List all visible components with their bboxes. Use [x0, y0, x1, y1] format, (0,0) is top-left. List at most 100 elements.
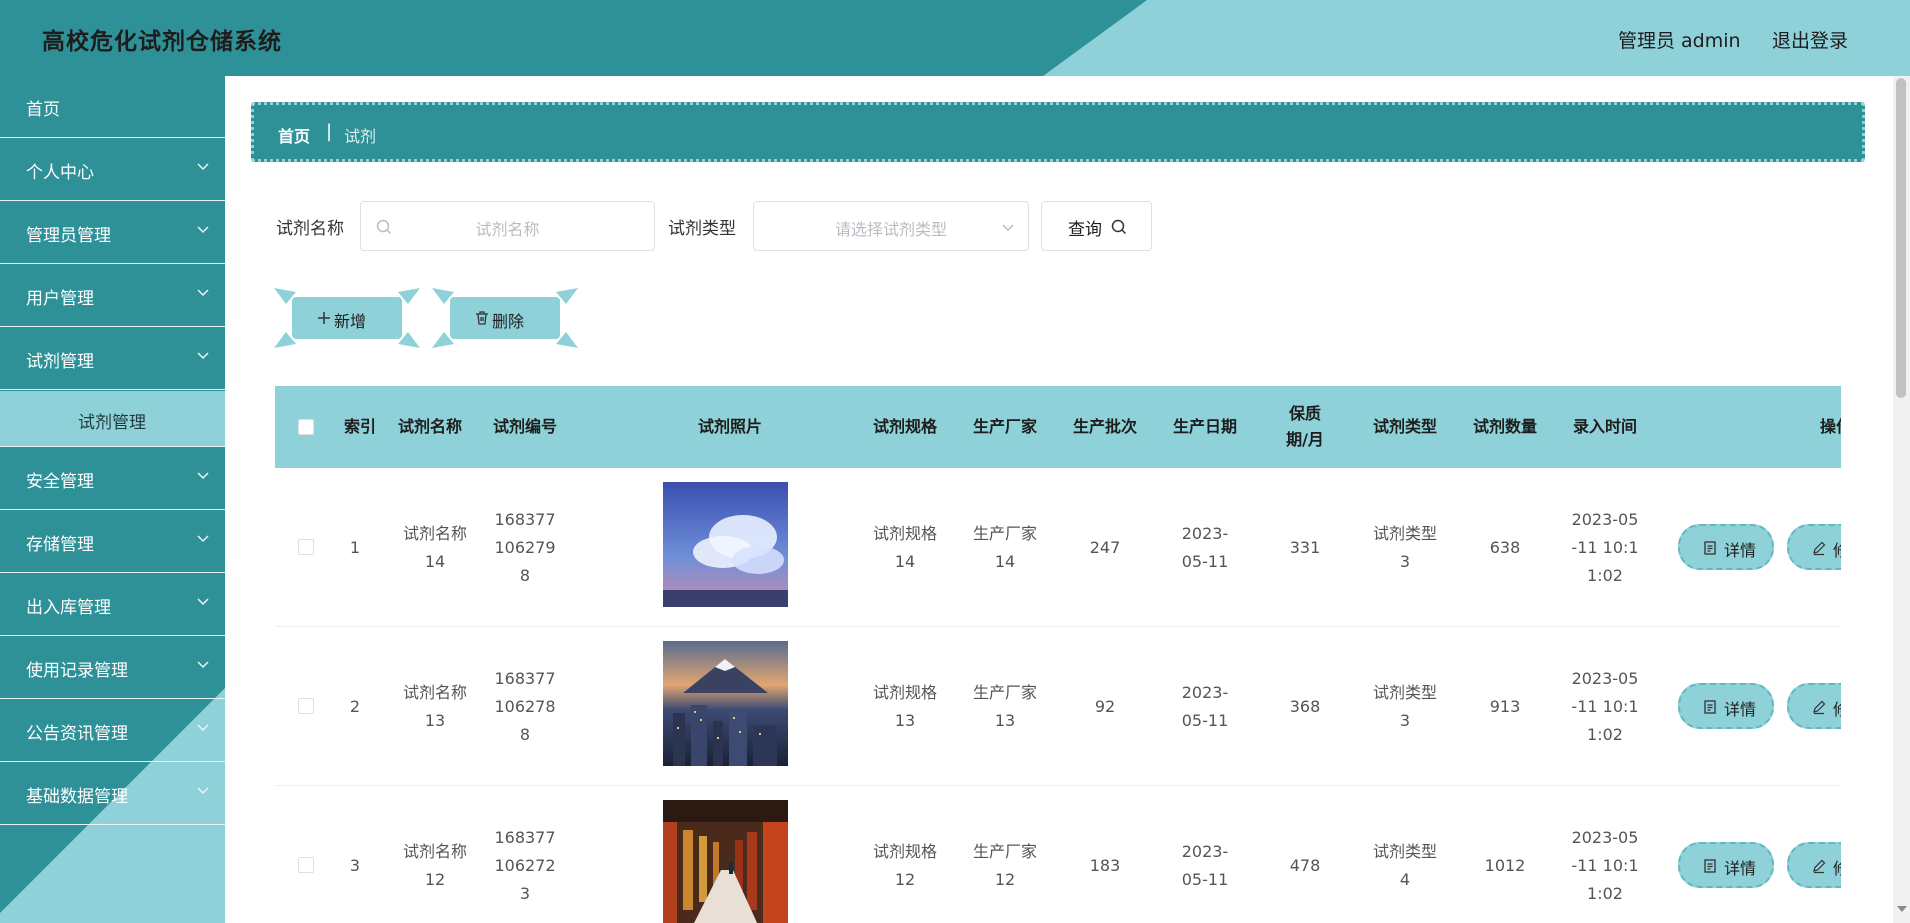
sidebar-item-label: 首页	[26, 100, 60, 120]
reagent-photo	[663, 482, 788, 607]
column-header: 录入时间	[1572, 417, 1637, 436]
chevron-down-icon	[197, 226, 209, 234]
breadcrumb-current: 试剂	[344, 127, 377, 146]
cell-qty: 638	[1489, 537, 1521, 557]
reagent-table: 索引 试剂名称 试剂编号 试剂照片 试剂规格 生产厂家 生产批次 生产日期 保质…	[275, 386, 1841, 923]
delete-button[interactable]: 删除	[432, 286, 578, 350]
detail-button[interactable]: 详情	[1678, 842, 1774, 888]
detail-button-label: 详情	[1724, 700, 1757, 719]
reagent-photo	[663, 641, 788, 766]
column-header: 试剂规格	[872, 417, 937, 436]
sidebar-item-label: 安全管理	[26, 472, 94, 492]
trash-icon	[476, 311, 488, 325]
pencil-icon	[1813, 700, 1826, 715]
edit-button[interactable]: 修	[1787, 524, 1841, 570]
table-row: 1 试剂名称14 1683771062798 试剂规格14 生产厂家14 247…	[275, 468, 1841, 627]
document-icon	[1704, 541, 1716, 555]
cell-maker: 生产厂家14	[972, 523, 1037, 571]
cell-index: 3	[349, 855, 361, 875]
chevron-down-icon	[197, 535, 209, 543]
chevron-down-icon	[197, 352, 209, 360]
sidebar-item-basic-data[interactable]: 基础数据管理	[0, 763, 225, 825]
cell-name: 试剂名称13	[402, 682, 467, 730]
sidebar-item-profile[interactable]: 个人中心	[0, 139, 225, 201]
query-button-label: 查询	[1068, 220, 1102, 240]
reagent-name-label: 试剂名称	[276, 219, 344, 239]
cell-name: 试剂名称14	[402, 523, 467, 571]
cell-time: 2023-05-11 10:11:02	[1571, 668, 1639, 744]
document-icon	[1704, 700, 1716, 714]
cell-index: 1	[349, 537, 361, 557]
current-user-label: 管理员 admin	[1618, 30, 1741, 52]
cell-type: 试剂类型4	[1372, 841, 1437, 889]
app-title: 高校危化试剂仓储系统	[42, 29, 282, 55]
cell-date: 2023-05-11	[1181, 682, 1229, 730]
cell-time: 2023-05-11 10:11:02	[1571, 509, 1639, 585]
detail-button[interactable]: 详情	[1678, 683, 1774, 729]
sidebar-item-inout[interactable]: 出入库管理	[0, 574, 225, 636]
sidebar-item-home[interactable]: 首页	[0, 76, 225, 138]
reagent-type-label: 试剂类型	[668, 219, 736, 239]
sidebar-item-label: 试剂管理	[26, 352, 94, 372]
edit-button[interactable]: 修	[1787, 683, 1841, 729]
column-header: 试剂类型	[1372, 417, 1437, 436]
add-button-label: 新增	[334, 312, 367, 331]
cell-batch: 183	[1089, 855, 1121, 875]
cell-type: 试剂类型3	[1372, 523, 1437, 571]
breadcrumb-home[interactable]: 首页	[278, 123, 310, 147]
column-header: 操作	[1820, 417, 1841, 436]
sidebar-item-label: 用户管理	[26, 289, 94, 309]
column-header: 保质期/月	[1286, 404, 1324, 449]
row-checkbox[interactable]	[298, 698, 314, 714]
chevron-down-icon	[197, 472, 209, 480]
edit-button-label: 修	[1833, 855, 1841, 879]
column-header: 生产批次	[1072, 417, 1137, 436]
row-checkbox[interactable]	[298, 857, 314, 873]
delete-button-face: 删除	[450, 297, 560, 339]
sidebar-item-label: 管理员管理	[26, 226, 111, 246]
scrollbar-thumb[interactable]	[1896, 78, 1906, 398]
sidebar-item-announcements[interactable]: 公告资讯管理	[0, 700, 225, 762]
chevron-down-icon	[197, 598, 209, 606]
logout-link[interactable]: 退出登录	[1772, 26, 1848, 53]
table-header: 索引 试剂名称 试剂编号 试剂照片 试剂规格 生产厂家 生产批次 生产日期 保质…	[275, 386, 1841, 468]
sidebar-item-users[interactable]: 用户管理	[0, 265, 225, 327]
reagent-photo	[663, 800, 788, 923]
add-button[interactable]: 新增	[274, 286, 420, 350]
cell-date: 2023-05-11	[1181, 523, 1229, 571]
reagent-name-input[interactable]: 试剂名称	[360, 201, 655, 251]
edit-button-label: 修	[1833, 696, 1841, 720]
select-all-checkbox[interactable]	[298, 419, 314, 435]
reagent-name-placeholder: 试剂名称	[475, 220, 540, 239]
table-row: 2 试剂名称13 1683771062788 试剂规格13 生产厂家13 92 …	[275, 627, 1841, 786]
sidebar-item-label: 公告资讯管理	[26, 724, 128, 744]
scroll-down-arrow-icon[interactable]	[1897, 906, 1907, 912]
pencil-icon	[1813, 859, 1826, 874]
detail-button[interactable]: 详情	[1678, 524, 1774, 570]
column-header: 生产厂家	[972, 417, 1037, 436]
sidebar-item-admins[interactable]: 管理员管理	[0, 202, 225, 264]
sidebar-subitem-reagent-management[interactable]: 试剂管理	[0, 391, 225, 447]
cell-maker: 生产厂家13	[972, 682, 1037, 730]
column-header: 试剂编号	[492, 417, 557, 436]
sidebar-item-label: 存储管理	[26, 535, 94, 555]
pencil-icon	[1813, 541, 1826, 556]
sidebar-item-storage[interactable]: 存储管理	[0, 511, 225, 573]
column-header: 生产日期	[1172, 417, 1237, 436]
detail-button-label: 详情	[1724, 541, 1757, 560]
query-button[interactable]: 查询	[1041, 201, 1152, 251]
sidebar-item-reagents[interactable]: 试剂管理	[0, 328, 225, 390]
cell-index: 2	[349, 696, 361, 716]
edit-button[interactable]: 修	[1787, 842, 1841, 888]
sidebar-item-label: 个人中心	[26, 163, 94, 183]
reagent-type-select[interactable]: 请选择试剂类型	[753, 201, 1029, 251]
sidebar-item-usage-records[interactable]: 使用记录管理	[0, 637, 225, 699]
row-checkbox[interactable]	[298, 539, 314, 555]
detail-button-label: 详情	[1724, 859, 1757, 878]
sidebar-item-safety[interactable]: 安全管理	[0, 448, 225, 510]
cell-batch: 247	[1089, 537, 1121, 557]
reagent-type-placeholder: 请选择试剂类型	[834, 220, 947, 239]
search-icon	[1111, 219, 1127, 235]
cell-spec: 试剂规格13	[872, 682, 937, 730]
cell-code: 1683771062798	[494, 509, 556, 585]
